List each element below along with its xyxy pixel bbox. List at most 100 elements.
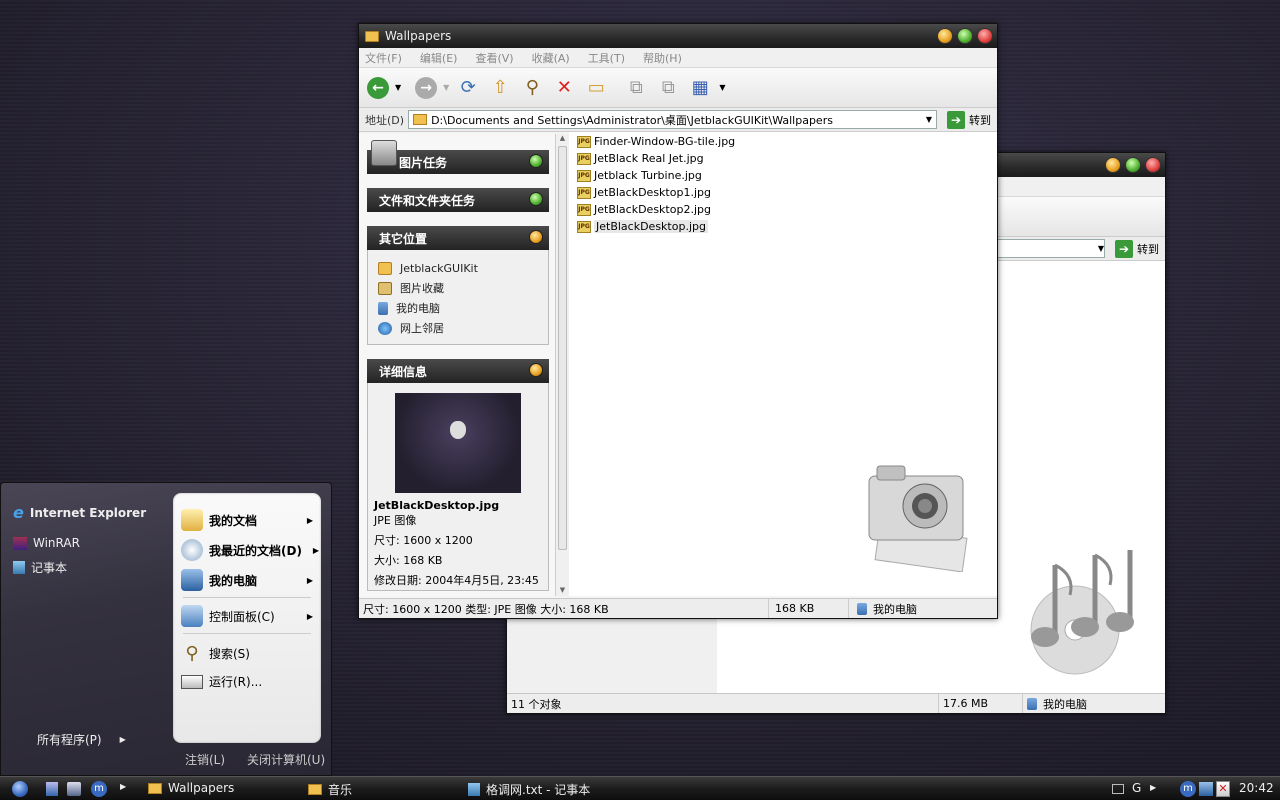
menu-favorites[interactable]: 收藏(A) [532, 50, 570, 66]
minimize-button[interactable] [1105, 157, 1121, 173]
maximize-button[interactable] [957, 28, 973, 44]
language-indicator[interactable]: G [1132, 781, 1141, 795]
pinned-notepad[interactable]: 记事本 [13, 559, 67, 576]
jpg-file-icon: JPG [577, 203, 591, 216]
address-input[interactable]: D:\Documents and Settings\Administrator\… [408, 110, 937, 129]
address-label: 地址(D) [365, 113, 405, 127]
task-pane: 图片任务 文件和文件夹任务 其它位置 JetblackGUIKit 图片收藏 我… [359, 134, 557, 596]
place-jetblackguikit[interactable]: JetblackGUIKit [378, 258, 538, 278]
task-wallpapers[interactable]: Wallpapers [148, 781, 234, 795]
run-item[interactable]: 运行(R)... [181, 673, 262, 690]
music-statusbar: 11 个对象 17.6 MB 我的电脑 [507, 693, 1165, 713]
start-menu: e Internet Explorer WinRAR 记事本 所有程序(P) ▶… [0, 482, 332, 776]
back-dropdown-icon[interactable]: ▼ [395, 83, 401, 92]
up-folder-icon[interactable]: ⇧ [487, 75, 513, 101]
tray-more-icon[interactable]: ▶ [1150, 783, 1156, 792]
quicklaunch-desktop-icon[interactable] [46, 782, 58, 796]
menu-view[interactable]: 查看(V) [475, 50, 513, 66]
folders-icon[interactable]: ▭ [583, 75, 609, 101]
music-go-button[interactable]: ➔ 转到 [1109, 238, 1165, 259]
task-pane-scrollbar[interactable]: ▲ ▼ [555, 134, 569, 596]
menu-help[interactable]: 帮助(H) [643, 50, 682, 66]
collapse-icon[interactable] [529, 363, 543, 377]
pinned-winrar[interactable]: WinRAR [13, 536, 80, 550]
menu-tools[interactable]: 工具(T) [588, 50, 625, 66]
forward-icon[interactable]: → [415, 76, 438, 99]
list-item[interactable]: JPG JetBlack Real Jet.jpg [569, 150, 997, 167]
other-places-header[interactable]: 其它位置 [367, 226, 549, 250]
menu-file[interactable]: 文件(F) [365, 50, 402, 66]
collapse-icon[interactable] [529, 230, 543, 244]
scroll-thumb[interactable] [558, 146, 567, 550]
file-list: JPG Finder-Window-BG-tile.jpg JPG JetBlack… [569, 132, 997, 596]
scroll-up-icon[interactable]: ▲ [556, 134, 569, 142]
my-computer-item[interactable]: 我的电脑 ▶ [181, 569, 317, 591]
pictures-folder-icon [378, 281, 392, 295]
start-menu-places: 我的文档 ▶ 我最近的文档(D) ▶ 我的电脑 ▶ 控制面板(C) ▶ ⚲ 搜索… [173, 493, 321, 743]
list-item[interactable]: JPG Finder-Window-BG-tile.jpg [569, 133, 997, 150]
jpg-file-icon: JPG [577, 152, 591, 165]
tray-security-icon[interactable]: ✕ [1216, 781, 1230, 797]
copy-to-icon[interactable]: ⧉ [655, 75, 681, 101]
shutdown-button[interactable]: 关闭计算机(U) [247, 751, 325, 768]
wallpapers-window-titlebar[interactable]: Wallpapers [359, 24, 997, 48]
file-folder-tasks-header[interactable]: 文件和文件夹任务 [367, 188, 549, 212]
control-panel-icon [181, 605, 203, 627]
jpg-file-icon: JPG [577, 169, 591, 182]
refresh-icon[interactable]: ⟳ [455, 75, 481, 101]
go-arrow-icon: ➔ [1115, 239, 1133, 258]
separator [183, 597, 311, 598]
recent-documents-item[interactable]: 我最近的文档(D) ▶ [181, 539, 319, 561]
list-item[interactable]: JPG JetBlackDesktop1.jpg [569, 184, 997, 201]
details-body: JetBlackDesktop.jpg JPE 图像 尺寸: 1600 x 12… [367, 383, 549, 591]
address-dropdown-icon[interactable]: ▼ [926, 115, 932, 124]
details-header[interactable]: 详细信息 [367, 359, 549, 383]
quicklaunch-maxthon-icon[interactable]: m [91, 781, 107, 797]
menu-edit[interactable]: 编辑(E) [420, 50, 458, 66]
views-icon[interactable]: ▦ [687, 75, 713, 101]
start-button[interactable] [12, 781, 28, 797]
search-icon[interactable]: ⚲ [519, 75, 545, 101]
expand-icon[interactable] [529, 192, 543, 206]
task-notepad[interactable]: 格调网.txt - 记事本 [468, 781, 590, 798]
all-programs-button[interactable]: 所有程序(P) ▶ [37, 731, 126, 748]
expand-icon[interactable] [529, 154, 543, 168]
submenu-arrow-icon: ▶ [306, 575, 313, 585]
search-item[interactable]: ⚲ 搜索(S) [181, 643, 250, 664]
tray-maxthon-icon[interactable]: m [1180, 781, 1196, 797]
internet-explorer-icon: e [13, 503, 24, 522]
forward-dropdown-icon[interactable]: ▼ [443, 83, 449, 92]
tray-network-icon[interactable] [1199, 782, 1213, 796]
my-documents-item[interactable]: 我的文档 ▶ [181, 509, 317, 531]
logoff-button[interactable]: 注销(L) [185, 751, 225, 768]
submenu-arrow-icon: ▶ [306, 515, 313, 525]
minimize-button[interactable] [937, 28, 953, 44]
list-item[interactable]: JPG JetBlackDesktop2.jpg [569, 201, 997, 218]
keyboard-icon[interactable] [1112, 784, 1124, 794]
go-button[interactable]: ➔ 转到 [941, 109, 997, 130]
pinned-internet-explorer[interactable]: e Internet Explorer [13, 503, 146, 522]
network-icon [378, 321, 392, 335]
quicklaunch-more-icon[interactable]: ▶ [120, 782, 126, 791]
close-button[interactable] [977, 28, 993, 44]
submenu-arrow-icon: ▶ [312, 545, 319, 555]
close-button[interactable] [1145, 157, 1161, 173]
music-address-input[interactable]: ▼ [997, 239, 1105, 258]
views-dropdown-icon[interactable]: ▼ [719, 83, 725, 92]
list-item-selected[interactable]: JPG JetBlackDesktop.jpg [569, 218, 997, 235]
delete-icon[interactable]: ✕ [551, 75, 577, 101]
my-computer-icon [857, 602, 867, 615]
move-to-icon[interactable]: ⧉ [623, 75, 649, 101]
control-panel-item[interactable]: 控制面板(C) ▶ [181, 605, 317, 627]
menu-bar: 文件(F) 编辑(E) 查看(V) 收藏(A) 工具(T) 帮助(H) [359, 48, 997, 68]
folder-icon [365, 30, 379, 42]
place-my-computer[interactable]: 我的电脑 [378, 298, 538, 318]
place-network[interactable]: 网上邻居 [378, 318, 538, 338]
maximize-button[interactable] [1125, 157, 1141, 173]
place-my-pictures[interactable]: 图片收藏 [378, 278, 538, 298]
task-music[interactable]: 音乐 [308, 781, 352, 798]
back-icon[interactable]: ← [367, 76, 389, 99]
list-item[interactable]: JPG Jetblack Turbine.jpg [569, 167, 997, 184]
scroll-down-icon[interactable]: ▼ [556, 586, 569, 594]
quicklaunch-ie-icon[interactable] [67, 782, 81, 796]
